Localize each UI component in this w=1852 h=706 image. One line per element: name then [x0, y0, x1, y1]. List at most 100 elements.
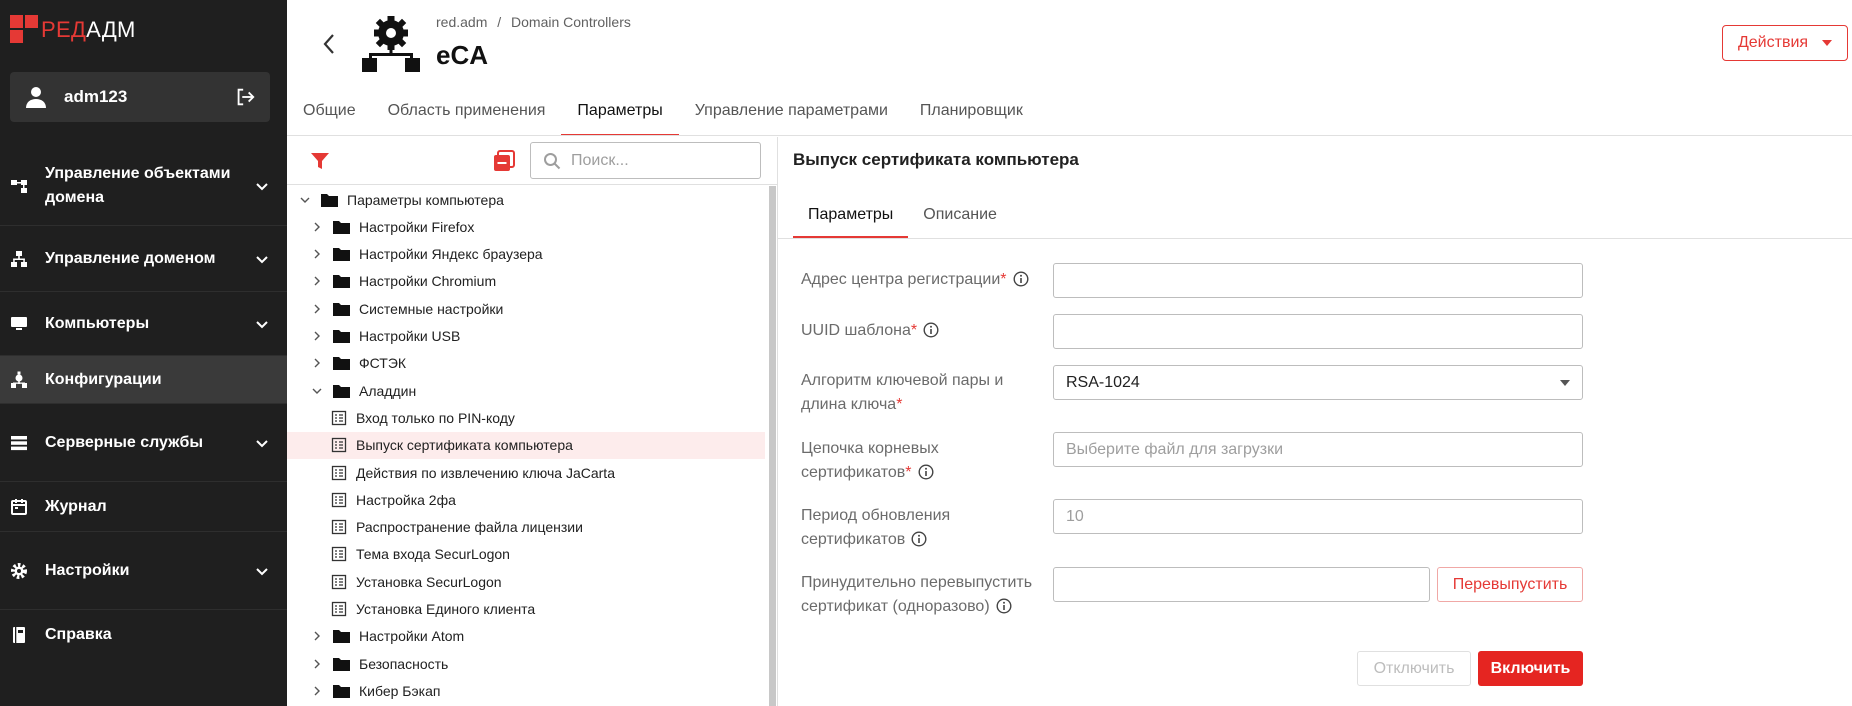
chevron-right-icon[interactable] [311, 357, 323, 369]
policy-item-icon [331, 438, 347, 453]
info-icon[interactable] [911, 531, 927, 547]
tree-node-label: Действия по извлечению ключа JaCarta [356, 464, 615, 481]
force-reissue-input[interactable] [1053, 567, 1430, 602]
subtab-description[interactable]: Описание [908, 196, 1012, 238]
required-mark: * [896, 396, 903, 413]
nav-item-server-services[interactable]: Серверные службы [0, 404, 287, 482]
nav-item-journal[interactable]: Журнал [0, 482, 287, 532]
tree-folder[interactable]: ФСТЭК [287, 350, 765, 377]
nav-item-configurations[interactable]: Конфигурации [0, 356, 287, 404]
nav-label: Настройки [45, 561, 130, 579]
tree-item[interactable]: Установка Единого клиента [287, 596, 765, 623]
breadcrumb-ou[interactable]: Domain Controllers [511, 14, 631, 30]
collapse-all-icon[interactable] [493, 150, 515, 172]
tree-folder[interactable]: Настройки Firefox [287, 213, 765, 240]
nav-item-computers[interactable]: Компьютеры [0, 292, 287, 356]
chevron-down-icon [256, 182, 268, 190]
nav-label: Управление доменом [45, 249, 216, 267]
nav-item-domain[interactable]: Управление доменом [0, 226, 287, 292]
tree-item[interactable]: Установка SecurLogon [287, 568, 765, 595]
tree-node-label: Вход только по PIN-коду [356, 409, 515, 426]
required-mark: * [910, 322, 918, 339]
tree-folder[interactable]: Настройки Atom [287, 623, 765, 650]
chevron-right-icon[interactable] [311, 248, 323, 260]
config-icon [10, 371, 28, 389]
calendar-icon [10, 498, 28, 516]
info-icon[interactable] [996, 598, 1012, 614]
tree-node-label: Установка SecurLogon [356, 573, 502, 590]
key-algorithm-select[interactable]: RSA-1024 [1053, 365, 1583, 400]
tree-item[interactable]: Распространение файла лицензии [287, 514, 765, 541]
tree-folder[interactable]: Настройки Яндекс браузера [287, 241, 765, 268]
tree-item[interactable]: Тема входа SecurLogon [287, 541, 765, 568]
breadcrumb-domain[interactable]: red.adm [436, 14, 487, 30]
chevron-down-icon[interactable] [311, 385, 323, 397]
tree-folder[interactable]: Аладдин [287, 377, 765, 404]
logout-icon[interactable] [234, 86, 256, 108]
folder-icon [333, 248, 350, 262]
tree-folder[interactable]: Настройки USB [287, 323, 765, 350]
policy-item-icon [331, 410, 347, 426]
tree-folder[interactable]: Настройки Chromium [287, 268, 765, 295]
folder-icon [333, 384, 350, 398]
tree-folder[interactable]: Параметры компьютера [287, 186, 765, 213]
root-chain-label: Цепочка корневых сертификатов* [801, 437, 1031, 485]
enable-button[interactable]: Включить [1478, 651, 1583, 686]
tree-item[interactable]: Настройка 2фа [287, 486, 765, 513]
ca-address-input[interactable] [1053, 263, 1583, 298]
info-icon[interactable] [917, 464, 934, 480]
scrollbar-thumb[interactable] [769, 186, 776, 706]
nav-item-help[interactable]: Справка [0, 610, 287, 660]
tree-folder[interactable]: Кибер Бэкап [287, 677, 765, 704]
chevron-right-icon[interactable] [311, 658, 323, 670]
tab-scope[interactable]: Область применения [372, 98, 562, 136]
subtab-parameters[interactable]: Параметры [793, 196, 909, 238]
info-icon[interactable] [1013, 271, 1029, 287]
reissue-button[interactable]: Перевыпустить [1437, 567, 1583, 602]
template-uuid-input[interactable] [1053, 314, 1583, 349]
sidebar: РЕДАДМ adm123 Управление объектами домен… [0, 0, 287, 706]
tree-folder[interactable]: Системные настройки [287, 295, 765, 322]
tab-scheduler[interactable]: Планировщик [904, 98, 1039, 136]
tree-item[interactable]: Вход только по PIN-коду [287, 404, 765, 431]
tree-node-label: Распространение файла лицензии [356, 519, 583, 536]
app-logo[interactable]: РЕДАДМ [10, 14, 136, 46]
tree-node-label: Настройки Atom [359, 628, 465, 645]
chevron-right-icon[interactable] [311, 275, 323, 287]
logo-text-red: РЕД [41, 17, 87, 42]
info-icon[interactable] [923, 322, 939, 338]
logo-text-white: АДМ [86, 17, 136, 42]
refresh-period-input[interactable]: 10 [1053, 499, 1583, 534]
tree-item[interactable]: Выпуск сертификата компьютера [287, 431, 765, 459]
chevron-right-icon[interactable] [311, 330, 323, 342]
tree-scrollbar[interactable] [769, 186, 776, 706]
search-input[interactable] [571, 151, 751, 170]
form-title: Выпуск сертификата компьютера [793, 150, 1079, 169]
root-chain-file-input[interactable]: Выберите файл для загрузки [1053, 432, 1583, 467]
tab-parameter-management[interactable]: Управление параметрами [679, 98, 904, 136]
disable-button[interactable]: Отключить [1357, 651, 1471, 686]
chevron-right-icon[interactable] [311, 630, 323, 642]
nav-item-settings[interactable]: Настройки [0, 532, 287, 610]
policy-item-icon [331, 601, 347, 617]
monitor-icon [10, 315, 28, 333]
chevron-down-icon[interactable] [299, 194, 311, 206]
chevron-right-icon[interactable] [311, 685, 323, 697]
back-button[interactable] [316, 30, 342, 58]
chevron-right-icon[interactable] [311, 221, 323, 233]
key-algorithm-label: Алгоритм ключевой пары и длина ключа* [801, 369, 1031, 417]
tree-node-label: Выпуск сертификата компьютера [356, 437, 573, 454]
tree-item[interactable]: Действия по извлечению ключа JaCarta [287, 459, 765, 486]
force-reissue-label: Принудительно перевыпустить сертификат (… [801, 571, 1041, 619]
actions-label: Действия [1737, 34, 1809, 51]
tab-general[interactable]: Общие [287, 98, 372, 136]
nav-item-domain-objects[interactable]: Управление объектами домена [0, 146, 287, 226]
policy-item-icon [331, 492, 347, 507]
tab-parameters[interactable]: Параметры [561, 98, 680, 136]
folder-icon [333, 657, 350, 671]
chevron-right-icon[interactable] [311, 303, 323, 315]
tree-folder[interactable]: Безопасность [287, 650, 765, 677]
actions-dropdown-button[interactable]: Действия [1722, 25, 1848, 61]
hierarchy-icon [10, 177, 28, 195]
filter-icon[interactable] [310, 151, 330, 171]
